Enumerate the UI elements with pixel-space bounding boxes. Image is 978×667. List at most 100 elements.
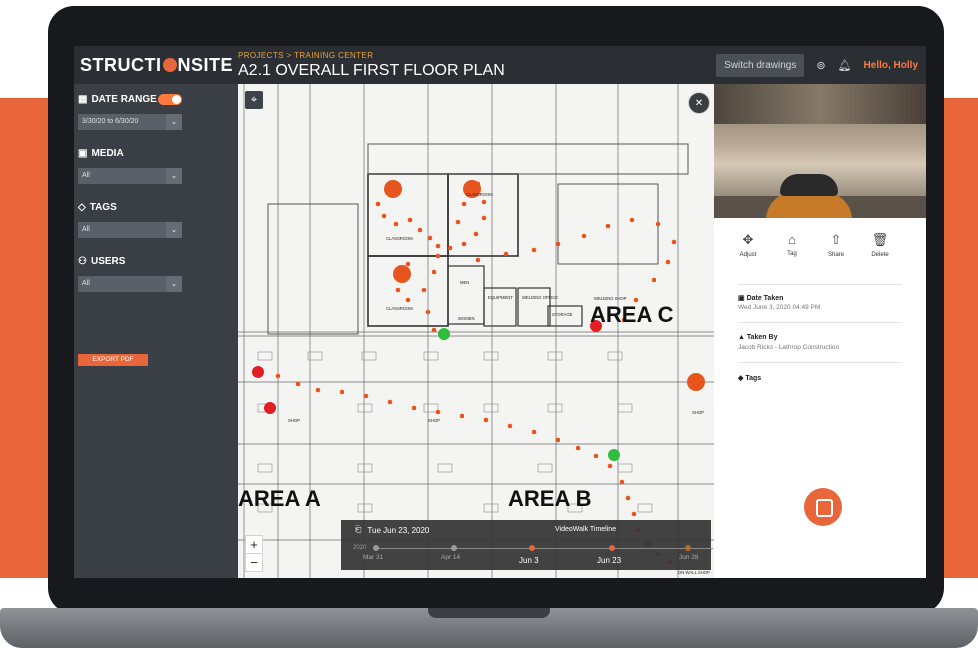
photo-actions: ✥ Adjust ⌂ Tag ⇧ Share 🗑︎ Delete (714, 232, 926, 282)
tag-label: Tag (787, 251, 797, 257)
logo: STRUCTI NSITE (74, 55, 238, 76)
delete-button[interactable]: 🗑︎ Delete (860, 232, 900, 258)
delete-label: Delete (871, 252, 889, 258)
media-value: All (82, 172, 90, 179)
room-label: CLASSROOM (466, 192, 493, 197)
green-marker[interactable] (438, 328, 450, 340)
breadcrumb[interactable]: PROJECTS > TRAINING CENTER (238, 51, 716, 60)
media-label: ▣ MEDIA (78, 148, 124, 159)
close-icon[interactable]: ✕ (688, 92, 710, 114)
media-text: MEDIA (91, 148, 124, 159)
trash-icon: 🗑︎ (871, 232, 889, 247)
calendar-icon: ⎗ (355, 525, 362, 534)
calendar-icon: ▦ (78, 94, 88, 105)
floor-plan-drawing: AREA A AREA B AREA C CLASSROOM CLASSROOM… (238, 84, 714, 578)
chat-launcher-icon[interactable] (804, 488, 842, 526)
timeline-dot[interactable] (609, 545, 615, 551)
panorama-photo[interactable] (714, 84, 926, 218)
move-icon: ✥ (742, 232, 754, 247)
room-label: CLASSROOM (386, 236, 413, 241)
share-label: Share (827, 252, 844, 258)
green-marker[interactable] (608, 449, 620, 461)
top-bar: STRUCTI NSITE PROJECTS > TRAINING CENTER … (74, 46, 926, 84)
switch-drawings-button[interactable]: Switch drawings (716, 53, 805, 77)
timeline-label[interactable]: Jun 23 (597, 556, 621, 565)
date-range-toggle[interactable] (158, 94, 182, 105)
add-pin-button[interactable]: ⌖ (245, 91, 263, 109)
room-label: ON-WALL SHOP (678, 570, 710, 575)
tags-text: TAGS (89, 202, 117, 213)
users-icon: ⚇ (78, 256, 87, 267)
logo-mark-icon (162, 58, 177, 72)
export-pdf-button[interactable]: EXPORT PDF (78, 354, 148, 366)
filter-sidebar: ▦ DATE RANGE 3/30/20 to 6/30/20 ⌄ ▣ MEDIA A… (74, 84, 238, 578)
timeline-label[interactable]: Jun 28 (679, 554, 699, 561)
zoom-in-button[interactable]: + (246, 536, 262, 554)
adjust-button[interactable]: ✥ Adjust (728, 232, 768, 258)
date-range-text: DATE RANGE (91, 94, 157, 105)
red-marker[interactable] (264, 402, 276, 414)
taken-by-label: ▲ Taken By (738, 334, 777, 341)
taken-by-value: Jacob Ricks - Lathrop Construction (738, 344, 840, 351)
divider (738, 362, 902, 363)
timeline-label[interactable]: Apr 14 (441, 554, 460, 561)
timeline-dot[interactable] (529, 545, 535, 551)
map-pin-icon: ⌖ (250, 94, 258, 106)
area-label: AREA C (590, 302, 674, 327)
red-marker[interactable] (252, 366, 264, 378)
date-taken-label: ▣ Date Taken (738, 294, 783, 302)
room-label: WOMEN (458, 316, 475, 321)
users-text: USERS (90, 256, 126, 267)
calendar-icon: ▣ (738, 295, 747, 302)
tags-value: All (82, 226, 90, 233)
room-label: SHOP (288, 418, 300, 423)
tags-label: ◇ TAGS (78, 202, 117, 213)
room-label: SHOP (428, 418, 440, 423)
logo-text-right: NSITE (177, 54, 234, 75)
media-icon: ▣ (78, 148, 88, 159)
media-select[interactable]: All ⌄ (78, 168, 182, 184)
share-button[interactable]: ⇧ Share (816, 232, 856, 258)
area-label: AREA B (508, 486, 592, 511)
tag-icon: ⌂ (788, 232, 796, 247)
date-range-select[interactable]: 3/30/20 to 6/30/20 ⌄ (78, 114, 182, 130)
taken-by-text: Taken By (746, 334, 778, 341)
share-icon: ⇧ (830, 232, 842, 247)
tags-text: Tags (745, 375, 762, 382)
help-icon[interactable]: ⊚ (816, 59, 825, 72)
timeline-label[interactable]: Jun 3 (519, 556, 539, 565)
app-screen: STRUCTI NSITE PROJECTS > TRAINING CENTER … (74, 46, 926, 578)
room-label: MEN (460, 280, 469, 285)
zoom-out-button[interactable]: − (246, 554, 262, 572)
divider (738, 284, 902, 285)
users-select[interactable]: All ⌄ (78, 276, 182, 292)
room-label: WELDING OFFICE (522, 295, 558, 300)
tag-button[interactable]: ⌂ Tag (772, 232, 812, 257)
chevron-down-icon: ⌄ (166, 276, 182, 292)
adjust-label: Adjust (739, 252, 757, 258)
date-taken-value: Wed June 3, 2020 04:49 PM (738, 304, 821, 311)
bell-icon[interactable]: 🔔︎ (838, 59, 852, 72)
timeline-dot[interactable] (451, 545, 457, 551)
area-label: AREA A (238, 486, 321, 511)
timeline-dot[interactable] (685, 545, 691, 551)
zoom-controls: + − (245, 535, 263, 572)
tags-select[interactable]: All ⌄ (78, 222, 182, 238)
timeline-title: VideoWalk Timeline (555, 526, 617, 533)
timeline-dot[interactable] (373, 545, 379, 551)
timeline-date-text: Tue Jun 23, 2020 (367, 525, 430, 535)
photo-ceiling (714, 84, 926, 124)
photo-hardhat (780, 174, 838, 196)
room-label: SHOP (692, 410, 704, 415)
room-label: STORAGE (552, 312, 573, 317)
page-title: A2.1 OVERALL FIRST FLOOR PLAN (238, 61, 505, 79)
users-label: ⚇ USERS (78, 256, 125, 267)
room-label: CLASSROOM (386, 306, 413, 311)
users-value: All (82, 280, 90, 287)
laptop-notch (428, 608, 550, 618)
user-greeting[interactable]: Hello, Holly (864, 60, 918, 71)
tag-icon: ◇ (78, 202, 86, 213)
chevron-down-icon: ⌄ (166, 114, 182, 130)
floor-plan-canvas[interactable]: AREA A AREA B AREA C CLASSROOM CLASSROOM… (238, 84, 714, 578)
timeline-label[interactable]: Mar 31 (363, 554, 383, 561)
